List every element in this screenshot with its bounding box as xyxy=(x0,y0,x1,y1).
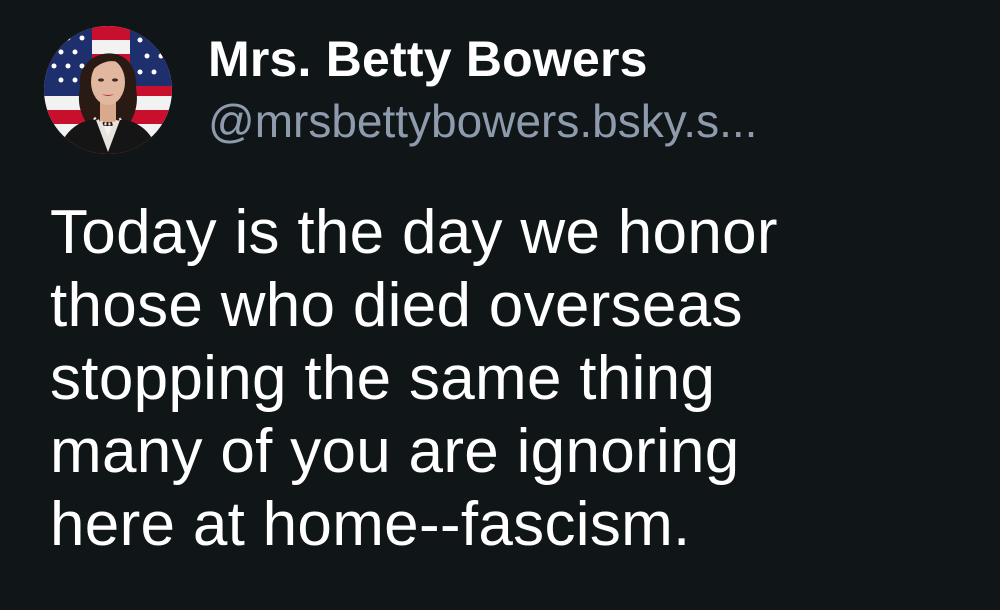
post-card: Mrs. Betty Bowers @mrsbettybowers.bsky.s… xyxy=(0,0,1000,610)
avatar[interactable] xyxy=(44,26,172,154)
post-text: Today is the day we honor those who died… xyxy=(50,196,970,561)
post-text-line: many of you are ignoring xyxy=(50,417,740,486)
author-handle[interactable]: @mrsbettybowers.bsky.s... xyxy=(208,91,757,151)
post-text-line: here at home--fascism. xyxy=(50,490,691,559)
author-names: Mrs. Betty Bowers @mrsbettybowers.bsky.s… xyxy=(208,29,757,151)
display-name[interactable]: Mrs. Betty Bowers xyxy=(208,29,757,89)
post-text-line: stopping the same thing xyxy=(50,344,716,413)
post-text-line: Today is the day we honor xyxy=(50,198,778,267)
post-text-line: those who died overseas xyxy=(50,271,743,340)
post-header: Mrs. Betty Bowers @mrsbettybowers.bsky.s… xyxy=(44,26,757,154)
avatar-image xyxy=(44,26,172,154)
